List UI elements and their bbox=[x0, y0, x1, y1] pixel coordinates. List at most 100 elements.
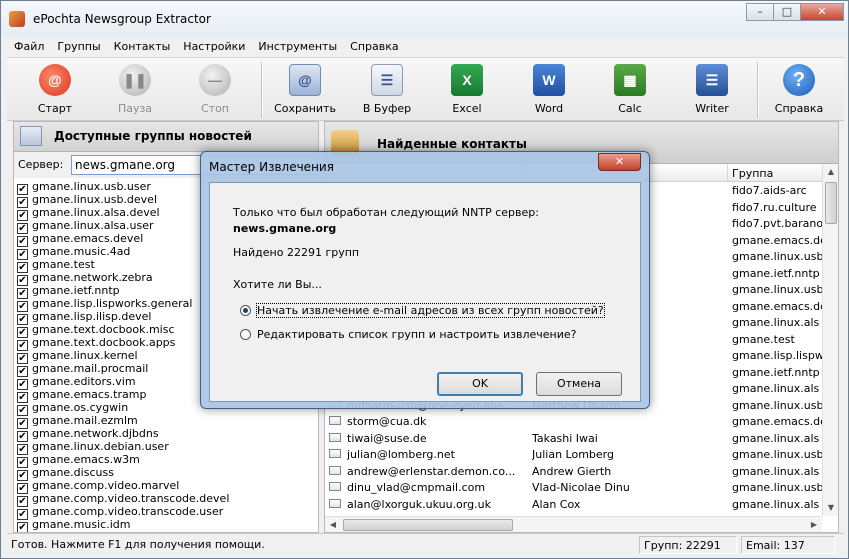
excel-button[interactable]: X Excel bbox=[435, 60, 499, 120]
menu-groups[interactable]: Группы bbox=[50, 37, 106, 57]
menu-tools[interactable]: Инструменты bbox=[251, 37, 343, 57]
group-item-label: gmane.linux.alsa.user bbox=[32, 219, 154, 232]
group-item-label: gmane.linux.debian.user bbox=[32, 440, 169, 453]
writer-button[interactable]: ☰ Writer bbox=[680, 60, 744, 120]
column-header-group[interactable]: Группа bbox=[732, 167, 773, 180]
contact-row[interactable]: julian@lomberg.net Julian Lomberg gmane.li… bbox=[325, 446, 822, 463]
minimize-button[interactable]: – bbox=[746, 3, 774, 21]
ok-button[interactable]: OK bbox=[437, 372, 523, 396]
contact-email: dinu_vlad@cmpmail.com bbox=[347, 481, 486, 494]
radio-edit-groups[interactable]: Редактировать список групп и настроить и… bbox=[240, 328, 577, 341]
contact-group: fido7.ru.culture bbox=[732, 200, 817, 214]
radio-edit-groups-label[interactable]: Редактировать список групп и настроить и… bbox=[257, 328, 577, 341]
group-item-label: gmane.emacs.w3m bbox=[32, 453, 140, 466]
menu-file[interactable]: Файл bbox=[7, 37, 50, 57]
stop-label: Стоп bbox=[200, 102, 229, 115]
group-item[interactable]: ✔ gmane.discuss bbox=[14, 466, 318, 481]
group-item[interactable]: ✔ gmane.emacs.w3m bbox=[14, 453, 318, 468]
calc-button[interactable]: ▦ Calc bbox=[598, 60, 662, 120]
group-item-label: gmane.text.docbook.misc bbox=[32, 323, 175, 336]
contact-email: storm@cua.dk bbox=[347, 415, 427, 428]
scroll-left-icon[interactable]: ◀ bbox=[325, 517, 341, 532]
dialog-server: news.gmane.org bbox=[233, 222, 337, 235]
contact-group: fido7.pvt.barano bbox=[732, 217, 822, 230]
dialog-found-count: Найдено 22291 групп bbox=[233, 246, 360, 259]
group-item-label: gmane.linux.kernel bbox=[32, 349, 138, 362]
word-label: Word bbox=[534, 102, 564, 115]
status-emails: Email: 137 bbox=[741, 536, 835, 554]
scroll-down-icon[interactable]: ▼ bbox=[823, 500, 838, 516]
contact-group: gmane.linux.als bbox=[732, 431, 820, 445]
contact-group: gmane.linux.usb bbox=[732, 250, 822, 263]
contact-row[interactable]: storm@cua.dk gmane.emacs.dev bbox=[325, 413, 822, 430]
help-button[interactable]: ? Справка bbox=[767, 60, 831, 120]
group-item[interactable]: ✔ gmane.comp.video.transcode.user bbox=[14, 505, 318, 520]
group-item[interactable]: ✔ gmane.comp.video.marvel bbox=[14, 479, 318, 494]
menu-settings[interactable]: Настройки bbox=[176, 37, 251, 57]
group-item[interactable]: ✔ gmane.mail.ezmlm bbox=[14, 414, 318, 429]
column-divider[interactable] bbox=[727, 164, 728, 182]
radio-start-extraction-label[interactable]: Начать извлечение e-mail адресов из всех… bbox=[256, 303, 605, 318]
contact-email: alan@lxorguk.ukuu.org.uk bbox=[347, 497, 491, 511]
group-item-label: gmane.emacs.devel bbox=[32, 232, 144, 245]
close-button[interactable]: ✕ bbox=[800, 3, 844, 21]
radio-start-extraction[interactable]: Начать извлечение e-mail адресов из всех… bbox=[240, 303, 605, 318]
title-bar: ePochta Newsgroup Extractor – □ ✕ bbox=[1, 1, 848, 37]
status-message: Готов. Нажмите F1 для получения помощи. bbox=[11, 538, 265, 551]
contact-group: fido7.aids-arc bbox=[732, 184, 807, 197]
group-item[interactable]: ✔ gmane.network.djbdns bbox=[14, 427, 318, 442]
contact-group: gmane.linux.usb bbox=[732, 481, 822, 494]
vertical-scrollbar[interactable]: ▲ ▼ bbox=[822, 164, 838, 516]
clipboard-icon: ☰ bbox=[371, 64, 403, 96]
contact-row[interactable]: dinu_vlad@cmpmail.com Vlad-Nicolae Dinu gm… bbox=[325, 479, 822, 496]
start-button[interactable]: @ Старт bbox=[23, 60, 87, 120]
contact-row[interactable]: andrew@erlenstar.demon.co... Andrew Giert… bbox=[325, 463, 822, 480]
newsgroups-icon bbox=[20, 126, 42, 146]
scrollbar-thumb[interactable] bbox=[343, 519, 513, 531]
pause-label: Пауза bbox=[117, 102, 153, 115]
calc-label: Calc bbox=[618, 102, 642, 115]
save-button[interactable]: @ Сохранить bbox=[273, 60, 337, 120]
menu-contacts[interactable]: Контакты bbox=[107, 37, 177, 57]
status-groups: Групп: 22291 bbox=[639, 536, 737, 554]
contact-group: gmane.linux.usb bbox=[732, 398, 822, 412]
pause-button[interactable]: ❚❚ Пауза bbox=[103, 60, 167, 120]
envelope-icon bbox=[329, 465, 341, 475]
scroll-up-icon[interactable]: ▲ bbox=[823, 164, 838, 180]
group-item[interactable]: ✔ gmane.linux.debian.user bbox=[14, 440, 318, 455]
maximize-button[interactable]: □ bbox=[773, 3, 801, 21]
contact-group: gmane.linux.als bbox=[732, 464, 820, 478]
stop-icon: — bbox=[199, 64, 231, 96]
group-item-label: gmane.test bbox=[32, 258, 95, 271]
dialog-close-button[interactable]: ✕ bbox=[598, 153, 641, 171]
group-item-label: gmane.network.zebra bbox=[32, 271, 153, 284]
contact-group: gmane.linux.als bbox=[732, 382, 820, 395]
group-item-label: gmane.mail.ezmlm bbox=[32, 414, 138, 427]
contact-row[interactable]: tiwai@suse.de Takashi Iwai gmane.linux.als bbox=[325, 430, 822, 447]
group-item-label: gmane.comp.video.transcode.user bbox=[32, 505, 224, 518]
word-button[interactable]: W Word bbox=[517, 60, 581, 120]
radio-selected-icon[interactable] bbox=[240, 305, 251, 316]
contact-row[interactable]: alan@lxorguk.ukuu.org.uk Alan Cox gmane.li… bbox=[325, 496, 822, 513]
menu-help[interactable]: Справка bbox=[343, 37, 404, 57]
stop-button[interactable]: — Стоп bbox=[183, 60, 247, 120]
contact-group: gmane.test bbox=[732, 332, 795, 346]
radio-unselected-icon[interactable] bbox=[240, 329, 251, 340]
cancel-button[interactable]: Отмена bbox=[536, 372, 622, 396]
group-item[interactable]: ✔ gmane.music.idm bbox=[14, 518, 318, 532]
clipboard-button[interactable]: ☰ В Буфер bbox=[355, 60, 419, 120]
envelope-icon bbox=[329, 432, 341, 442]
dialog-title: Мастер Извлечения bbox=[209, 160, 334, 174]
status-bar: Готов. Нажмите F1 для получения помощи. … bbox=[7, 533, 844, 555]
writer-label: Writer bbox=[695, 102, 729, 115]
groups-panel-header: Доступные группы новостей bbox=[14, 122, 318, 152]
group-item[interactable]: ✔ gmane.comp.video.transcode.devel bbox=[14, 492, 318, 507]
contact-group: gmane.lisp.lispw bbox=[732, 349, 822, 362]
scroll-right-icon[interactable]: ▶ bbox=[806, 517, 822, 532]
app-icon bbox=[9, 11, 25, 27]
dialog-question: Хотите ли Вы... bbox=[233, 278, 322, 291]
scrollbar-thumb[interactable] bbox=[825, 182, 837, 224]
horizontal-scrollbar[interactable]: ◀ ▶ bbox=[325, 516, 822, 532]
contact-group: gmane.ietf.nntp bbox=[732, 365, 820, 379]
checkbox-checked-icon[interactable]: ✔ bbox=[17, 522, 28, 532]
